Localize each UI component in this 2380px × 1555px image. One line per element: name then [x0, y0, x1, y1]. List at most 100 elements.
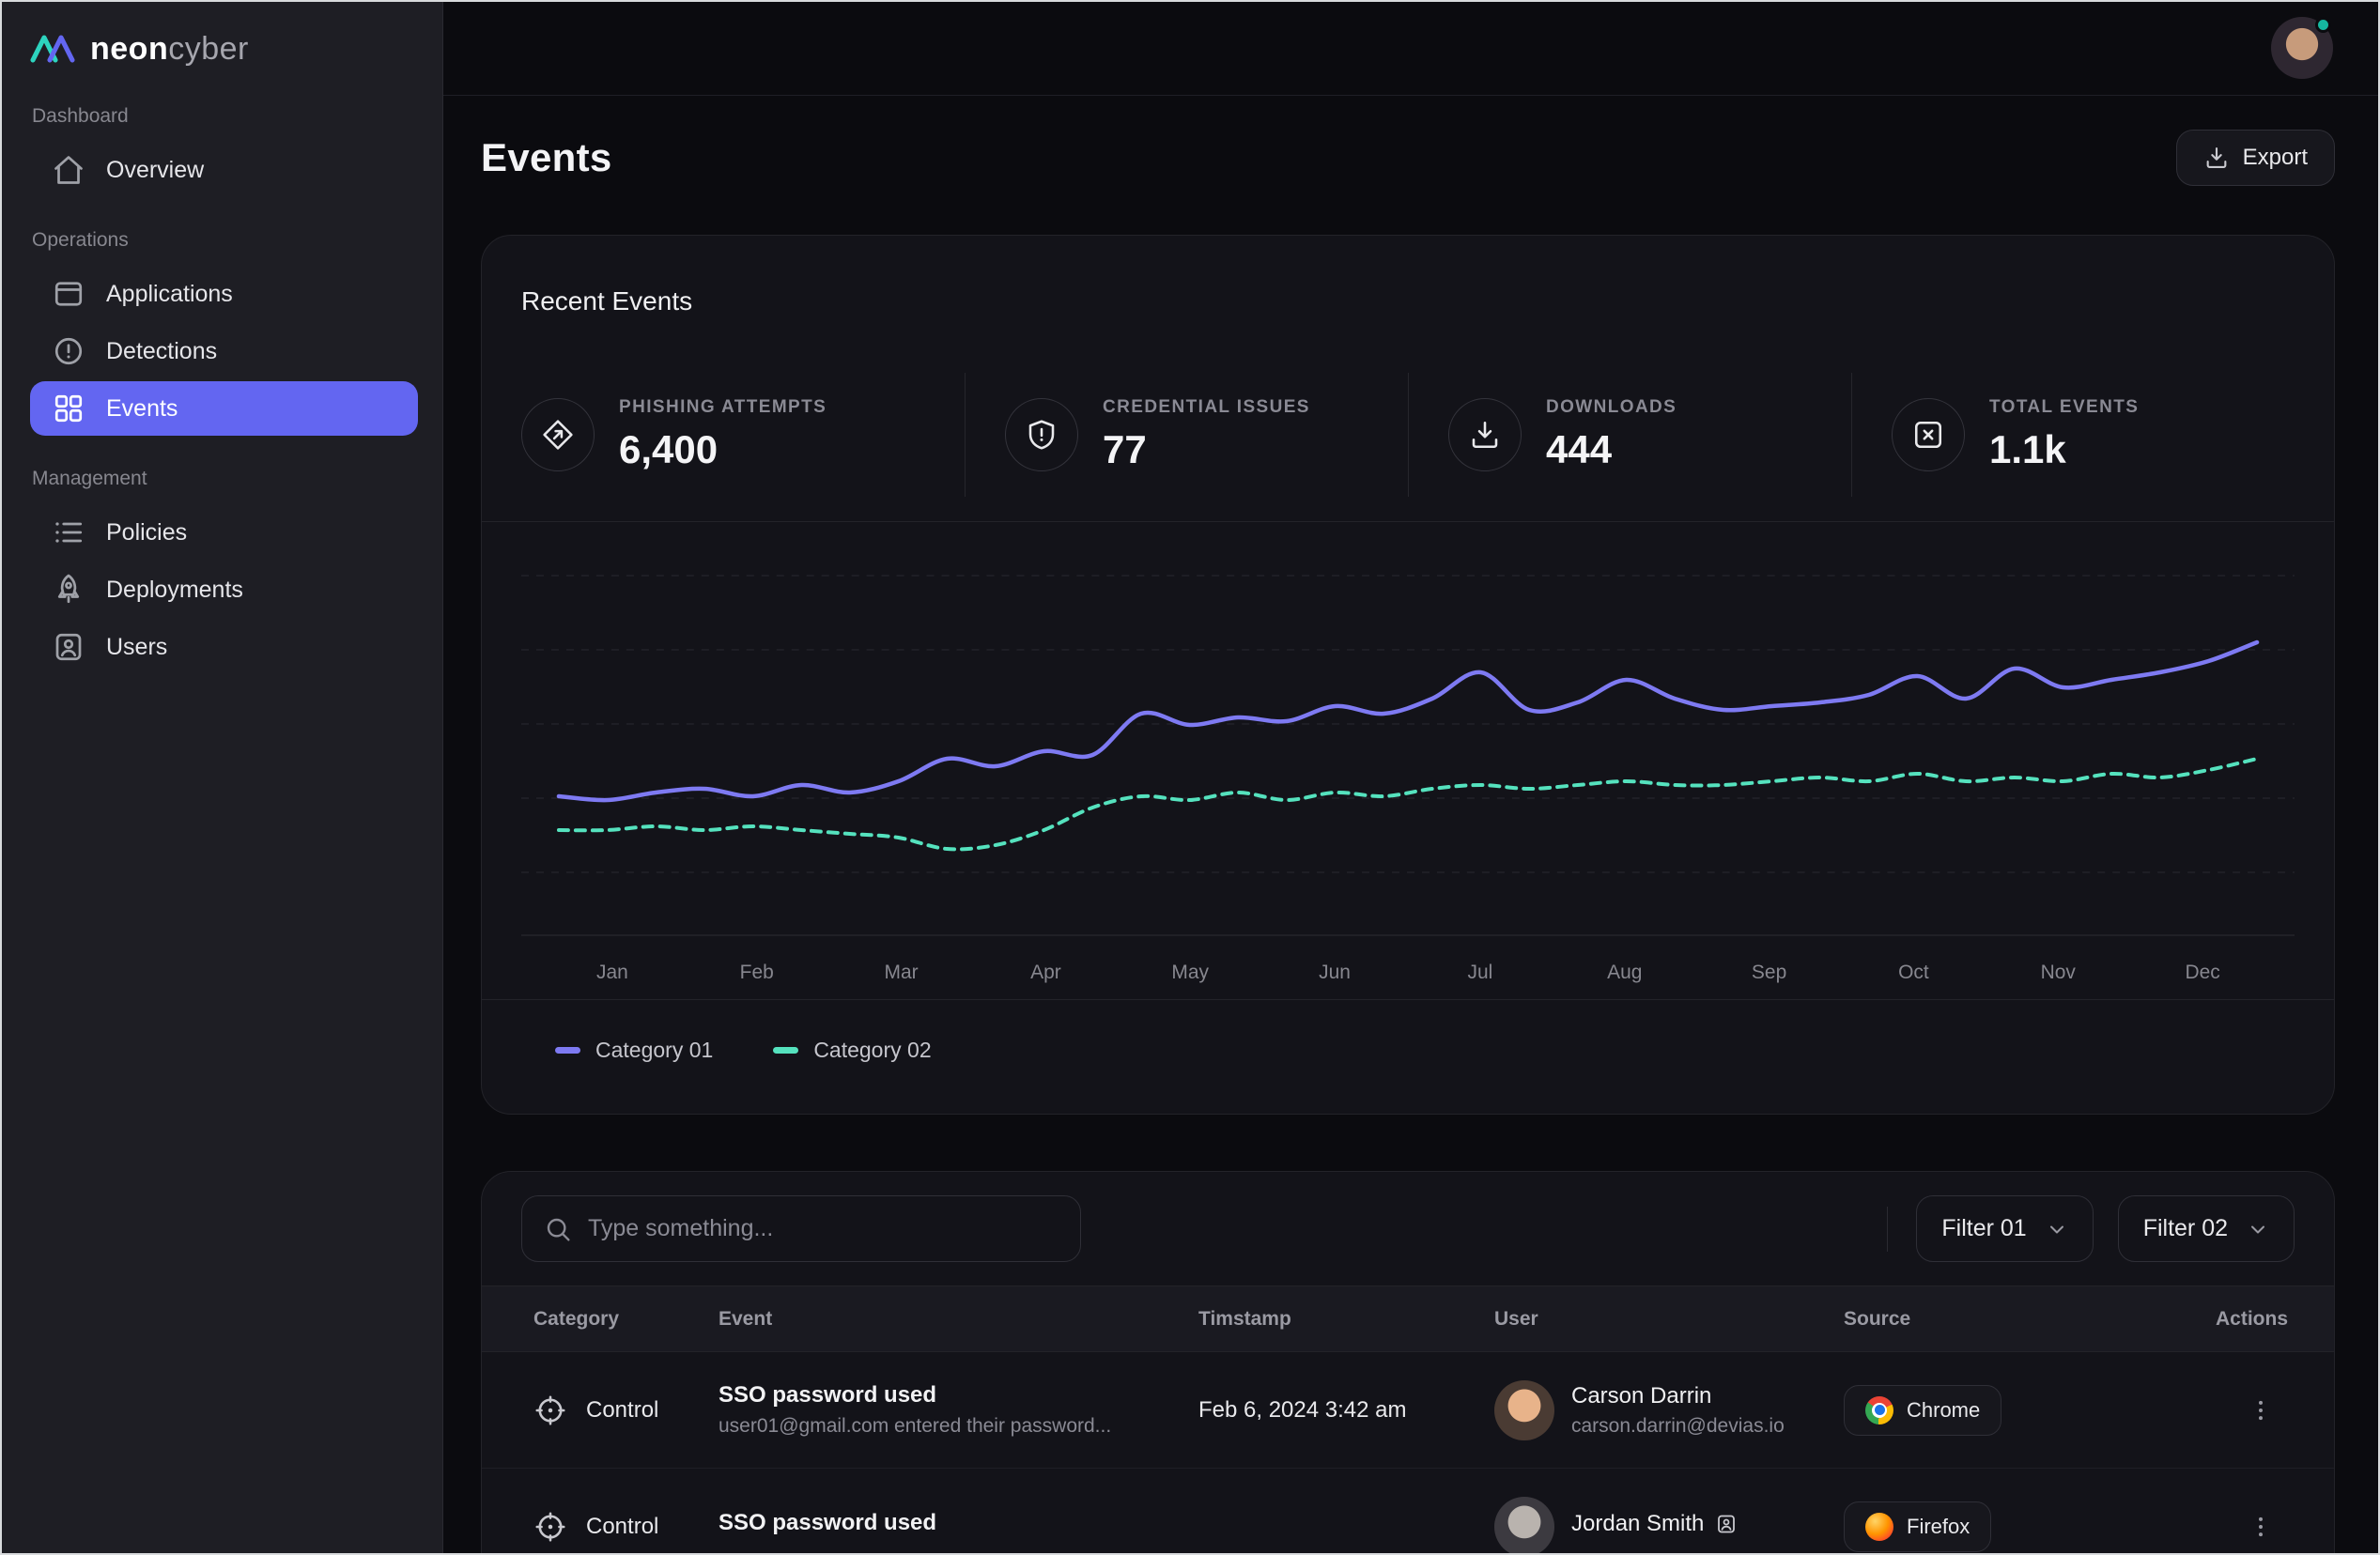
table-header-row: Category Event Timstamp User Source Acti… [482, 1286, 2334, 1352]
source-cell: Firefox [1844, 1501, 2216, 1552]
events-table-card: Filter 01 Filter 02 Category Event Timst… [481, 1171, 2335, 1555]
stat-value: 1.1k [1989, 427, 2139, 472]
legend-item-category-02[interactable]: Category 02 [773, 1038, 931, 1063]
chrome-icon [1865, 1396, 1893, 1424]
shield-alert-icon [1005, 398, 1078, 471]
source-chip: Firefox [1844, 1501, 1991, 1552]
user-name: Carson Darrin [1571, 1383, 1785, 1409]
rocket-icon [52, 573, 85, 607]
category-cell: Control [533, 1393, 719, 1427]
sidebar-item-label: Users [106, 634, 167, 661]
kebab-icon [2248, 1397, 2274, 1424]
sidebar-item-policies[interactable]: Policies [30, 505, 418, 560]
events-line-chart: Jan Feb Mar Apr May Jun Jul Aug Sep Oct … [521, 522, 2295, 992]
box-x-icon [1892, 398, 1965, 471]
row-actions-menu-button[interactable] [2244, 1393, 2278, 1427]
sidebar-item-label: Applications [106, 281, 233, 308]
sidebar-item-applications[interactable]: Applications [30, 267, 418, 321]
search-input[interactable] [588, 1215, 1059, 1242]
search-field[interactable] [521, 1195, 1081, 1262]
stat-label: CREDENTIAL ISSUES [1103, 397, 1310, 418]
sidebar-item-events[interactable]: Events [30, 381, 418, 436]
table-toolbar: Filter 01 Filter 02 [482, 1172, 2334, 1286]
filter-01-label: Filter 01 [1941, 1215, 2026, 1242]
export-button[interactable]: Export [2176, 130, 2335, 186]
toolbar-filters: Filter 01 Filter 02 [1887, 1195, 2295, 1262]
chart-svg: Jan Feb Mar Apr May Jun Jul Aug Sep Oct … [521, 522, 2295, 992]
section-label-operations: Operations [32, 229, 442, 252]
timestamp-cell: Feb 6, 2024 3:42 am [1198, 1397, 1494, 1424]
user-avatar[interactable] [2271, 17, 2333, 79]
table-row[interactable]: Control SSO password used user01@gmail.c… [482, 1352, 2334, 1469]
sidebar-item-label: Policies [106, 519, 187, 547]
table-row[interactable]: Control SSO password used Jordan Smith [482, 1469, 2334, 1555]
chevron-down-icon [2247, 1218, 2269, 1240]
sidebar-item-label: Overview [106, 157, 204, 184]
x-tick: Jan [596, 962, 628, 983]
x-tick: Feb [740, 962, 774, 983]
app-root: neoncyber Dashboard Overview Operations [0, 0, 2380, 1555]
sidebar-item-detections[interactable]: Detections [30, 324, 418, 378]
column-header-category: Category [533, 1308, 719, 1331]
stat-value: 6,400 [619, 427, 827, 472]
stat-downloads: DOWNLOADS 444 [1408, 373, 1851, 497]
legend-swatch-category-01 [555, 1047, 580, 1054]
export-button-label: Export [2243, 145, 2308, 171]
stat-label: TOTAL EVENTS [1989, 397, 2139, 418]
legend-swatch-category-02 [773, 1047, 798, 1054]
event-subtitle: user01@gmail.com entered their password.… [719, 1415, 1198, 1438]
stat-label: PHISHING ATTEMPTS [619, 397, 827, 418]
brand-name-primary: neon [90, 31, 168, 67]
filter-02-dropdown[interactable]: Filter 02 [2118, 1195, 2295, 1262]
category-label: Control [586, 1397, 658, 1424]
target-icon [533, 1510, 567, 1544]
source-label: Firefox [1907, 1515, 1970, 1539]
row-actions-menu-button[interactable] [2244, 1510, 2278, 1544]
sidebar-item-label: Detections [106, 338, 217, 365]
download-icon [1448, 398, 1522, 471]
legend-item-category-01[interactable]: Category 01 [555, 1038, 713, 1063]
brand-logo-icon [30, 32, 75, 66]
topbar [443, 0, 2380, 96]
kebab-icon [2248, 1514, 2274, 1540]
event-title: SSO password used [719, 1510, 1198, 1536]
sidebar-item-overview[interactable]: Overview [30, 143, 418, 197]
legend-label: Category 01 [595, 1038, 713, 1063]
user-name-text: Carson Darrin [1571, 1383, 1711, 1409]
x-tick: Jun [1319, 962, 1351, 983]
user-row-avatar [1494, 1497, 1554, 1555]
sidebar-item-users[interactable]: Users [30, 620, 418, 674]
actions-cell [2244, 1393, 2278, 1427]
filter-02-label: Filter 02 [2143, 1215, 2228, 1242]
sidebar-item-deployments[interactable]: Deployments [30, 562, 418, 617]
brand-logo[interactable]: neoncyber [0, 0, 442, 98]
nav-section-management: Management Policies Deployments [0, 468, 442, 674]
series-category-02-line [559, 759, 2257, 849]
x-tick: Mar [885, 962, 919, 983]
firefox-icon [1865, 1513, 1893, 1541]
main-area: Events Export Recent Events PHISHING ATT… [443, 0, 2380, 1555]
filter-01-dropdown[interactable]: Filter 01 [1916, 1195, 2093, 1262]
stat-phishing-attempts: PHISHING ATTEMPTS 6,400 [521, 373, 965, 497]
home-icon [52, 153, 85, 187]
sidebar-nav: Dashboard Overview Operations Applicatio… [0, 105, 442, 674]
source-chip: Chrome [1844, 1385, 2001, 1436]
user-badge-icon [1715, 1513, 1738, 1535]
user-row-avatar [1494, 1380, 1554, 1440]
x-tick: Aug [1607, 962, 1642, 983]
user-badge-icon [52, 630, 85, 664]
nav-section-operations: Operations Applications Detections [0, 229, 442, 436]
x-tick: Sep [1752, 962, 1786, 983]
brand-name: neoncyber [90, 31, 249, 68]
list-icon [52, 516, 85, 549]
target-icon [533, 1393, 567, 1427]
grid-icon [52, 392, 85, 425]
event-title: SSO password used [719, 1382, 1198, 1409]
x-tick: Nov [2041, 962, 2077, 983]
user-cell: Jordan Smith [1494, 1497, 1844, 1555]
brand-name-secondary: cyber [168, 31, 249, 67]
x-tick: Oct [1898, 962, 1929, 983]
chevron-down-icon [2046, 1218, 2068, 1240]
x-tick: Dec [2185, 962, 2219, 983]
sidebar-item-label: Events [106, 395, 178, 423]
